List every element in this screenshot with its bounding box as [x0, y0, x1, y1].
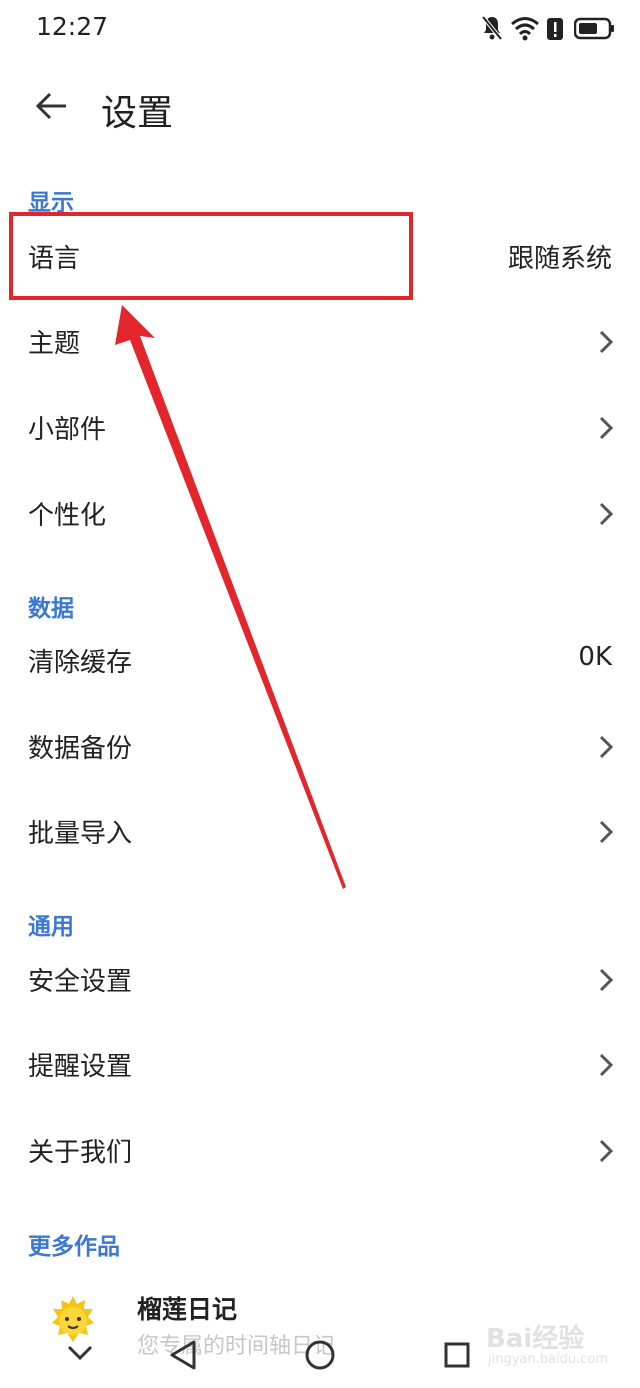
row-label: 个性化	[28, 501, 107, 531]
settings-row-clear-cache[interactable]: 清除缓存 0K	[0, 618, 640, 704]
battery-icon	[574, 17, 614, 40]
watermark-text: Bai经验	[486, 1324, 585, 1354]
chevron-right-icon	[599, 330, 614, 354]
settings-row-security[interactable]: 安全设置	[0, 937, 640, 1023]
settings-row-backup[interactable]: 数据备份	[0, 704, 640, 790]
annotation-highlight-box	[9, 212, 413, 300]
settings-row-about[interactable]: 关于我们	[0, 1108, 640, 1194]
row-value: 0K	[578, 642, 612, 672]
chevron-right-icon	[599, 820, 614, 844]
chevron-right-icon	[599, 968, 614, 992]
settings-row-batch-import[interactable]: 批量导入	[0, 789, 640, 875]
row-label: 主题	[28, 329, 81, 359]
app-bar: 设置	[0, 70, 640, 142]
status-time: 12:27	[36, 12, 109, 41]
wifi-icon	[511, 17, 539, 41]
row-label: 小部件	[28, 415, 107, 445]
back-triangle-icon[interactable]	[168, 1339, 198, 1371]
row-value: 跟随系统	[507, 244, 612, 274]
alert-icon	[547, 18, 563, 40]
chevron-down-icon[interactable]	[66, 1342, 94, 1364]
home-circle-icon[interactable]	[304, 1339, 336, 1371]
row-label: 安全设置	[28, 967, 133, 997]
watermark-subtext: jingyan.baidu.com	[488, 1352, 608, 1367]
row-label: 提醒设置	[28, 1052, 133, 1082]
back-button[interactable]	[30, 84, 74, 128]
status-bar: 12:27	[0, 0, 640, 56]
recents-square-icon[interactable]	[443, 1341, 471, 1369]
page-title: 设置	[101, 93, 174, 134]
arrow-left-icon	[35, 92, 66, 120]
row-label: 关于我们	[28, 1138, 133, 1168]
bell-off-icon	[481, 15, 503, 41]
settings-row-reminder[interactable]: 提醒设置	[0, 1022, 640, 1108]
settings-row-widgets[interactable]: 小部件	[0, 385, 640, 471]
chevron-right-icon	[599, 1053, 614, 1077]
settings-row-personalize[interactable]: 个性化	[0, 471, 640, 557]
chevron-right-icon	[599, 1139, 614, 1163]
chevron-right-icon	[599, 416, 614, 440]
row-label: 数据备份	[28, 734, 133, 764]
section-header-more-works: 更多作品	[28, 1234, 120, 1260]
row-label: 清除缓存	[28, 648, 133, 678]
watermark-logo: Bai经验 jingyan.baidu.com	[486, 1318, 608, 1378]
chevron-right-icon	[599, 735, 614, 759]
settings-row-theme[interactable]: 主题	[0, 299, 640, 385]
section-header-general: 通用	[28, 914, 74, 940]
row-label: 批量导入	[28, 819, 133, 849]
chevron-right-icon	[599, 502, 614, 526]
